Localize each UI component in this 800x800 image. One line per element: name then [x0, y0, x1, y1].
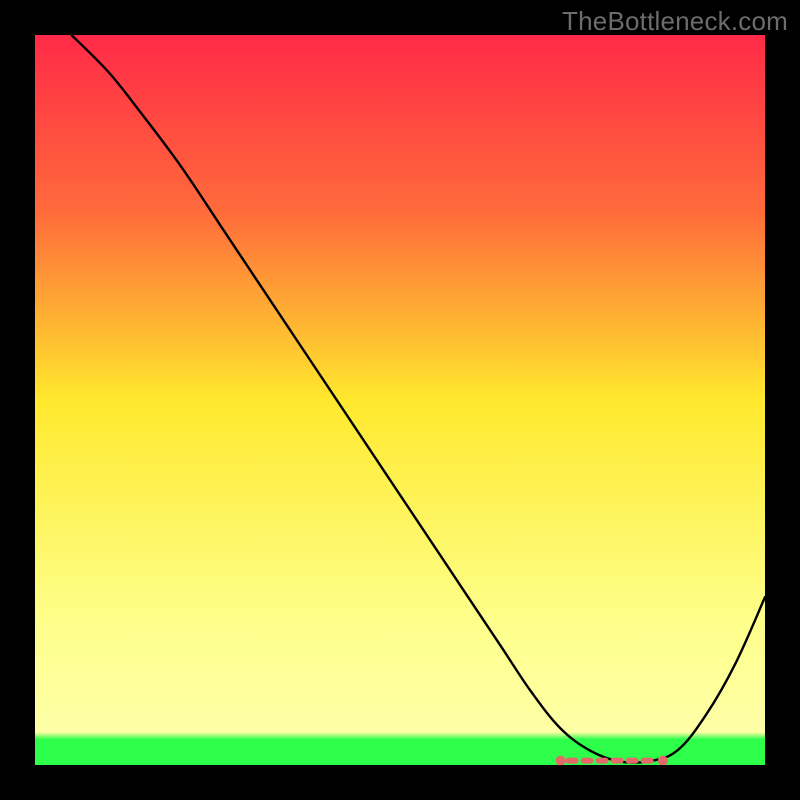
chart-frame: TheBottleneck.com — [0, 0, 800, 800]
watermark-text: TheBottleneck.com — [562, 6, 788, 37]
bottleneck-curve — [35, 35, 765, 765]
plot-area — [35, 35, 765, 765]
